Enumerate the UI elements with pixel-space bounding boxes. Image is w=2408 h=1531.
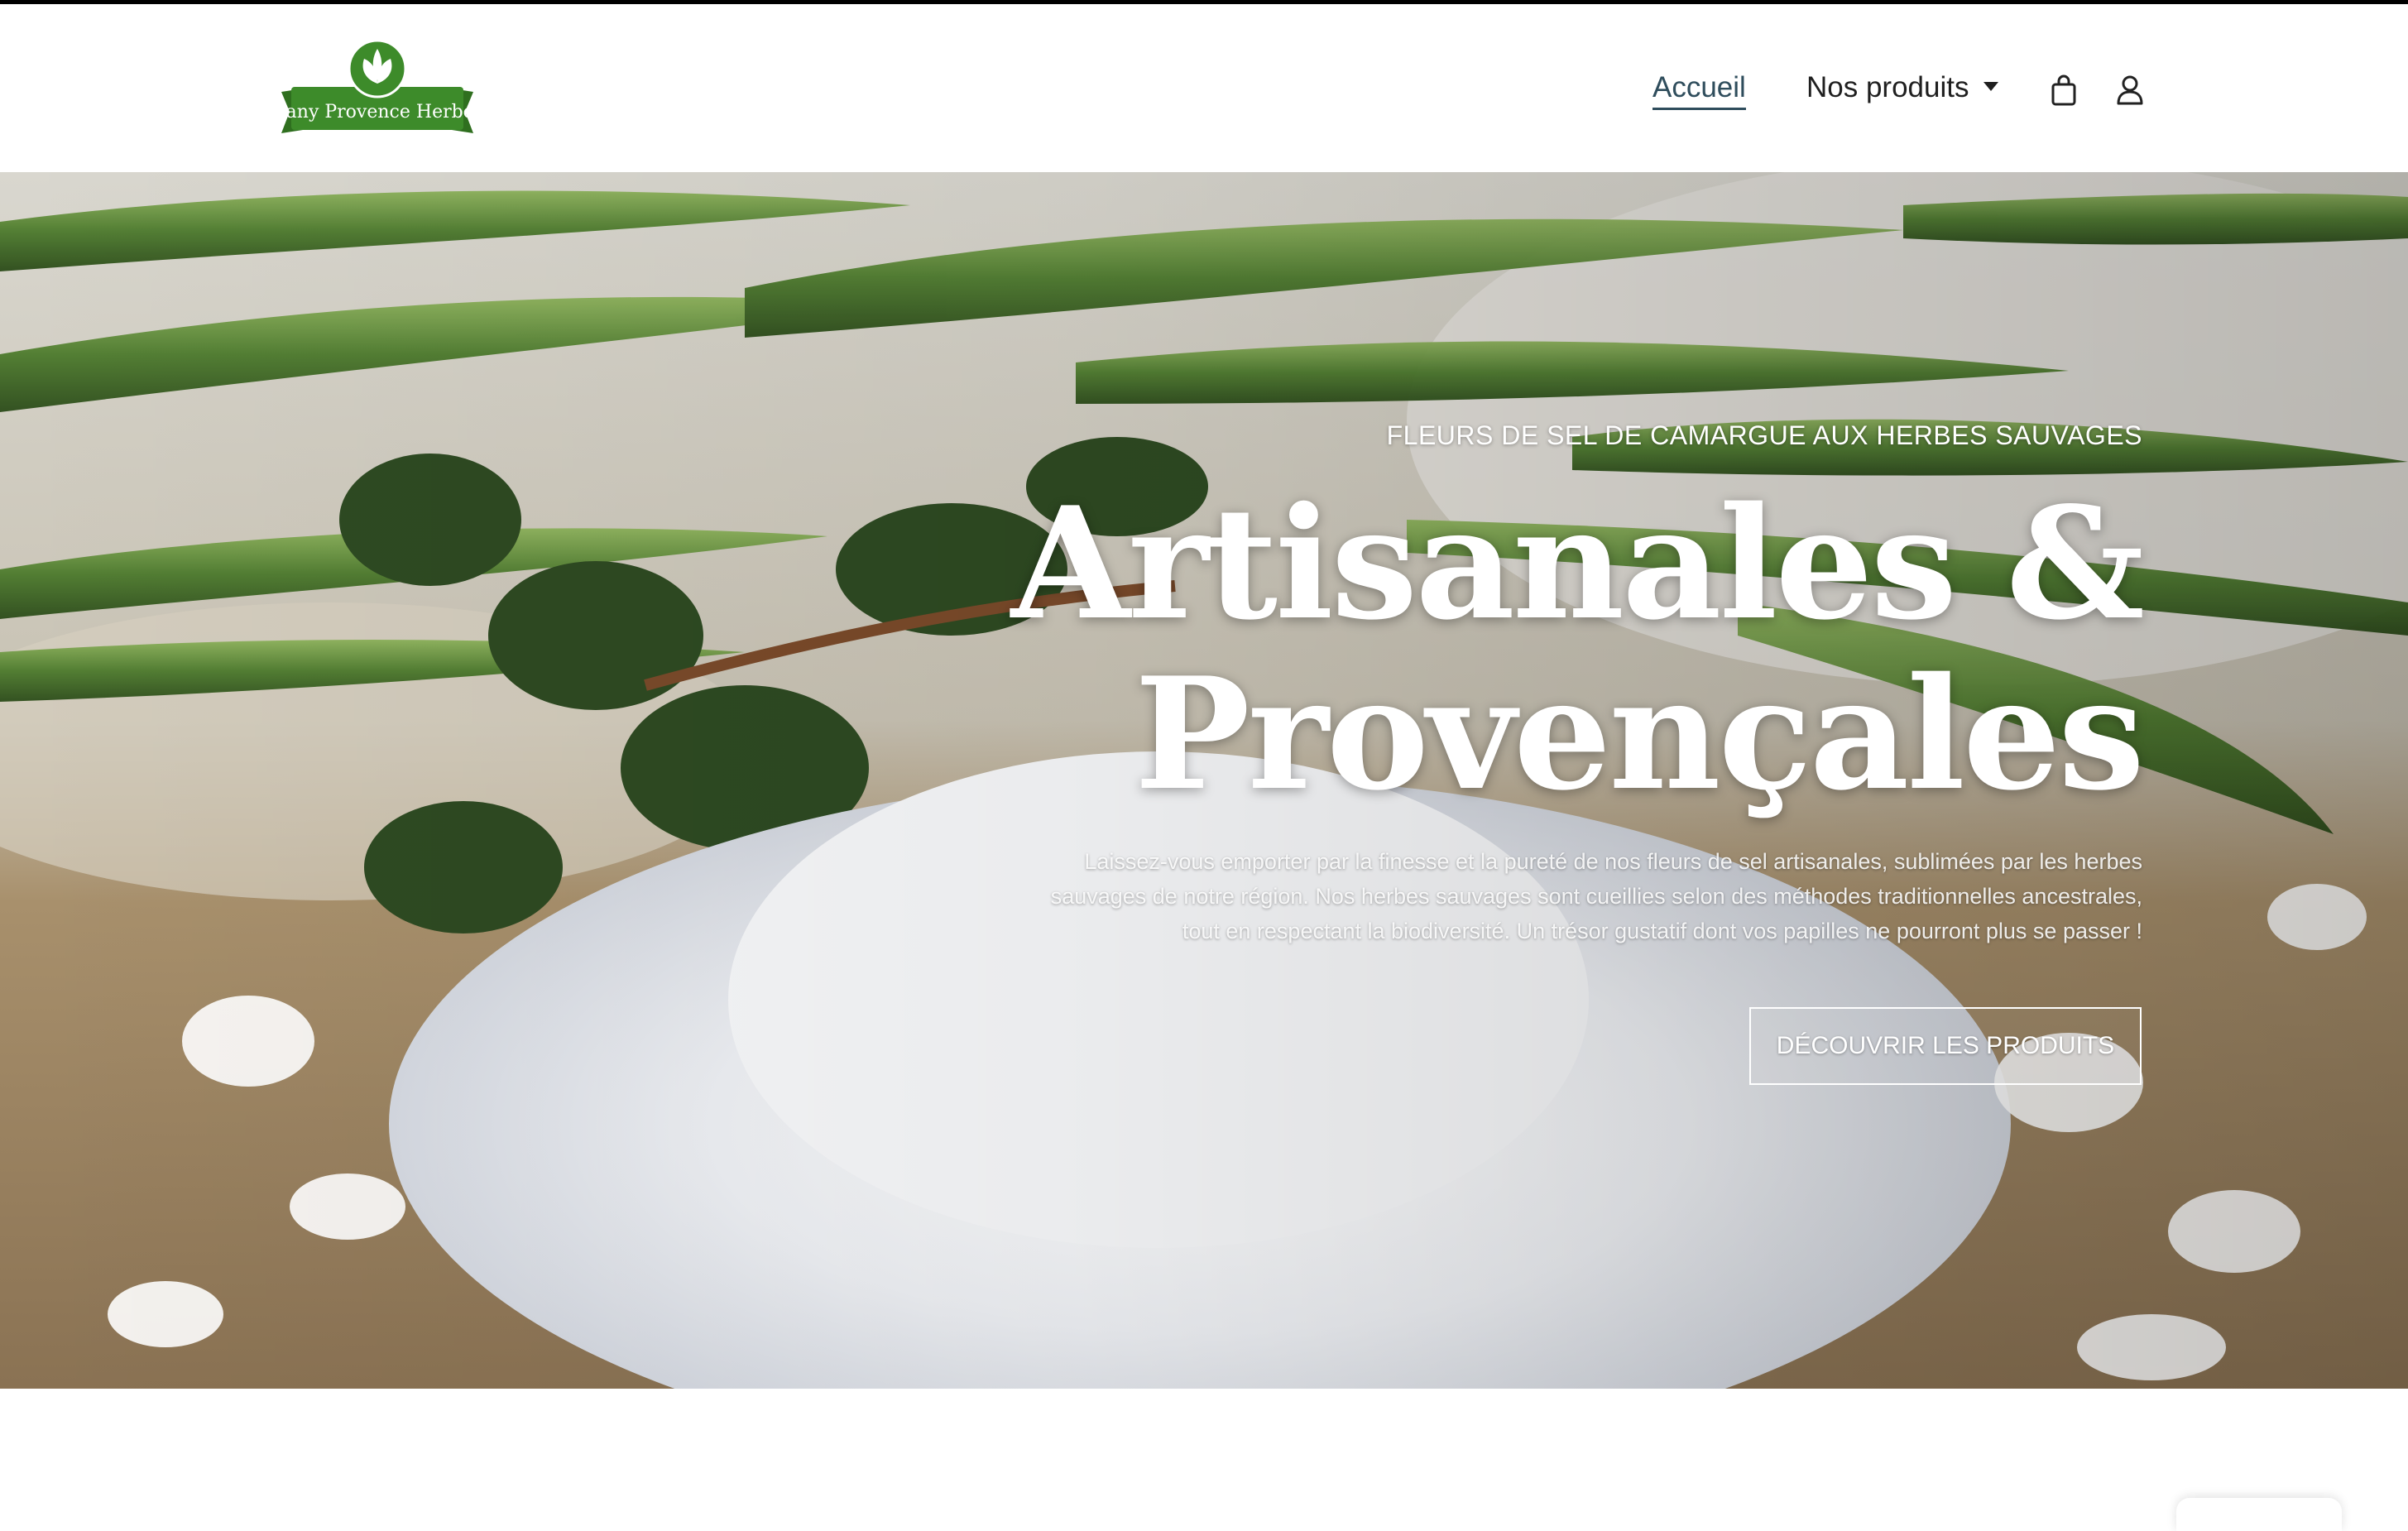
caret-down-icon	[1983, 82, 1999, 92]
hero-eyebrow: FLEURS DE SEL DE CAMARGUE AUX HERBES SAU…	[1386, 420, 2142, 450]
chat-widget-tab[interactable]	[2176, 1498, 2342, 1531]
hero-banner: FLEURS DE SEL DE CAMARGUE AUX HERBES SAU…	[0, 172, 2408, 1389]
shopping-bag-icon[interactable]	[2049, 74, 2079, 107]
user-icon[interactable]	[2115, 74, 2145, 107]
discover-products-button[interactable]: DÉCOUVRIR LES PRODUITS	[1749, 1007, 2142, 1085]
hero-headline-line-1: Artisanales &	[1010, 473, 2145, 654]
brand-logo[interactable]: Dany Provence Herbes	[271, 39, 483, 140]
logo-text: Dany Provence Herbes	[278, 102, 477, 122]
nav-home-link[interactable]: Accueil	[1653, 71, 1746, 110]
nav-products-menu[interactable]: Nos produits	[1806, 71, 1999, 104]
nav-products-label: Nos produits	[1806, 71, 1969, 103]
logo-emblem: Dany Provence Herbes	[271, 39, 483, 133]
hero-description: Laissez-vous emporter par la finesse et …	[1050, 849, 2142, 943]
hero-headline: Artisanales & Provençales	[901, 478, 2145, 819]
site-header: Dany Provence Herbes Accueil Nos produit…	[0, 4, 2408, 172]
hero-headline-line-2: Provençales	[1134, 643, 2145, 824]
